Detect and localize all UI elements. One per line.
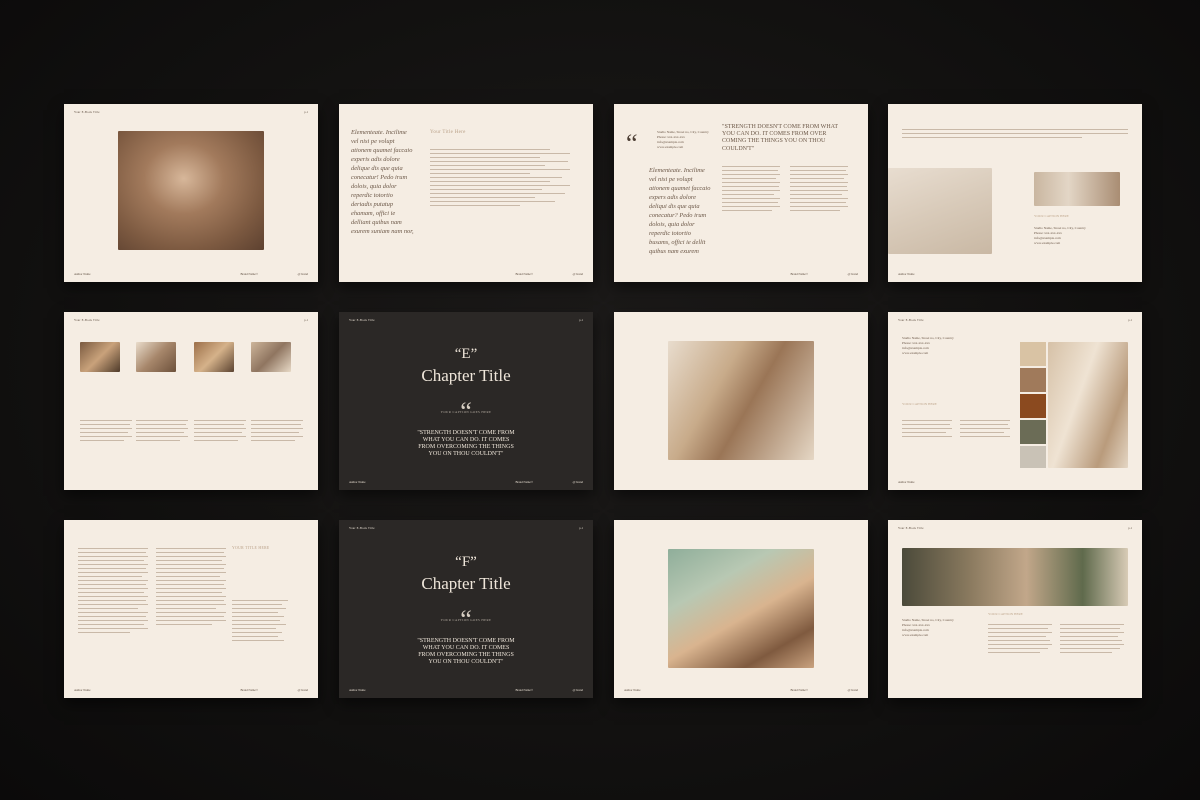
slide-5[interactable]: Your E-Book Title p.1 (64, 312, 318, 490)
chapter-letter: “E” (454, 346, 478, 362)
book-title: Your E-Book Title (349, 526, 375, 530)
brand-name: Brand Name® (240, 688, 258, 692)
interior-photo-1 (80, 342, 120, 372)
chapter-quote: "STRENGTH DOESN'T COME FROM WHAT YOU CAN… (417, 430, 515, 457)
brand-name: Brand Name® (790, 688, 808, 692)
chapter-title: Chapter Title (421, 366, 511, 385)
chapter-letter: “F” (455, 554, 477, 570)
page-number: p.1 (1128, 526, 1132, 530)
slide-9[interactable]: YOUR TITLE HERE Author Name Brand Name® … (64, 520, 318, 698)
slide-8[interactable]: Your E-Book Title p.1 Studio Name, Stree… (888, 312, 1142, 490)
brand-handle: @ brand (297, 272, 308, 276)
chapter-slide-e[interactable]: Your E-Book Title p.1 “E” Chapter Title … (339, 312, 593, 490)
slide-3[interactable]: “ Studio Name, Street no, City, Country … (614, 104, 868, 282)
text-column-1 (78, 548, 148, 636)
author-name: Author Name (898, 272, 915, 276)
body-columns (80, 420, 132, 444)
body-columns (902, 420, 952, 440)
woman-lounger-photo (668, 549, 814, 668)
section-title: YOUR TITLE HERE (232, 546, 270, 550)
woman-blouse-photo (1048, 342, 1128, 468)
page-number: p.1 (304, 110, 308, 114)
color-swatch-3 (1020, 394, 1046, 418)
arch-interior-photo (888, 168, 992, 254)
interior-photo-3 (194, 342, 234, 372)
caption: YOUR CAPTION HERE (1034, 214, 1069, 218)
author-name: Author Name (349, 688, 366, 692)
book-title: Your E-Book Title (898, 318, 924, 322)
chapter-caption: YOUR CAPTION GOES HERE (440, 410, 492, 414)
quote-text: "STRENGTH DOESN'T COME FROM WHAT YOU CAN… (722, 124, 838, 152)
slide-2[interactable]: Elementeate. Incilime vel nisi pe volupt… (339, 104, 593, 282)
interior-photo-4 (251, 342, 291, 372)
author-name: Author Name (349, 480, 366, 484)
brand-handle: @ brand (847, 272, 858, 276)
section-title: Your Title Here (430, 130, 466, 135)
caption: YOUR CAPTION HERE (902, 402, 937, 406)
book-title: Your E-Book Title (74, 318, 100, 322)
color-swatch-1 (1020, 342, 1046, 366)
book-title: Your E-Book Title (898, 526, 924, 530)
bullet-list (232, 600, 292, 644)
slide-4[interactable]: YOUR CAPTION HERE Studio Name, Street no… (888, 104, 1142, 282)
numbered-list (430, 149, 575, 209)
brand-handle: @ brand (297, 688, 308, 692)
slide-12[interactable]: Your E-Book Title p.1 Studio Name, Stree… (888, 520, 1142, 698)
slide-7[interactable] (614, 312, 868, 490)
contact-info: Studio Name, Street no, City, Country Ph… (902, 336, 954, 355)
chapter-title: Chapter Title (421, 574, 511, 593)
quote-mark-icon: “ (626, 129, 638, 158)
author-name: Author Name (898, 480, 915, 484)
interior-photo-2 (136, 342, 176, 372)
brand-name: Brand Name® (790, 272, 808, 276)
body-columns (988, 624, 1052, 656)
page-number: p.1 (579, 318, 583, 322)
caption: YOUR CAPTION HERE (988, 612, 1023, 616)
author-name: Author Name (74, 272, 91, 276)
color-swatch-2 (1020, 368, 1046, 392)
chapter-caption: YOUR CAPTION GOES HERE (440, 618, 492, 622)
author-name: Author Name (74, 688, 91, 692)
contact-info: Studio Name, Street no, City, Country Ph… (902, 618, 954, 637)
intro-italic-text: Elementeate. Incilime vel nisi pe volupt… (351, 129, 414, 238)
page-number: p.1 (1128, 318, 1132, 322)
woman-hat-photo (668, 341, 814, 460)
intro-lines (902, 129, 1128, 141)
living-room-photo (902, 548, 1128, 606)
contact-info: Studio Name, Street no, City, Country Ph… (1034, 226, 1086, 245)
book-title: Your E-Book Title (74, 110, 100, 114)
brand-name: Brand Name® (515, 272, 533, 276)
desk-interior-photo (1034, 172, 1120, 206)
color-swatch-5 (1020, 446, 1046, 468)
body-columns (722, 166, 782, 214)
author-name: Author Name (624, 688, 641, 692)
slide-11[interactable]: Author Name Brand Name® @ brand (614, 520, 868, 698)
text-column-2 (156, 548, 226, 628)
page-number: p.1 (304, 318, 308, 322)
page-number: p.1 (579, 526, 583, 530)
brand-name: Brand Name® (515, 688, 533, 692)
color-swatch-4 (1020, 420, 1046, 444)
brand-name: Brand Name® (240, 272, 258, 276)
slide-1[interactable]: Your E-Book Title p.1 Author Name Brand … (64, 104, 318, 282)
chapter-quote: "STRENGTH DOESN'T COME FROM WHAT YOU CAN… (417, 638, 515, 665)
book-title: Your E-Book Title (349, 318, 375, 322)
brand-handle: @ brand (572, 272, 583, 276)
chapter-slide-f[interactable]: Your E-Book Title p.1 “F” Chapter Title … (339, 520, 593, 698)
italic-text: Elementeate. Incilime vel nisi pe volupt… (649, 167, 711, 255)
brand-name: Brand Name® (515, 480, 533, 484)
flower-photo (118, 131, 264, 250)
brand-handle: @ brand (572, 480, 583, 484)
brand-handle: @ brand (847, 688, 858, 692)
contact-info: Studio Name, Street no, City, Country Ph… (657, 130, 709, 149)
brand-handle: @ brand (572, 688, 583, 692)
